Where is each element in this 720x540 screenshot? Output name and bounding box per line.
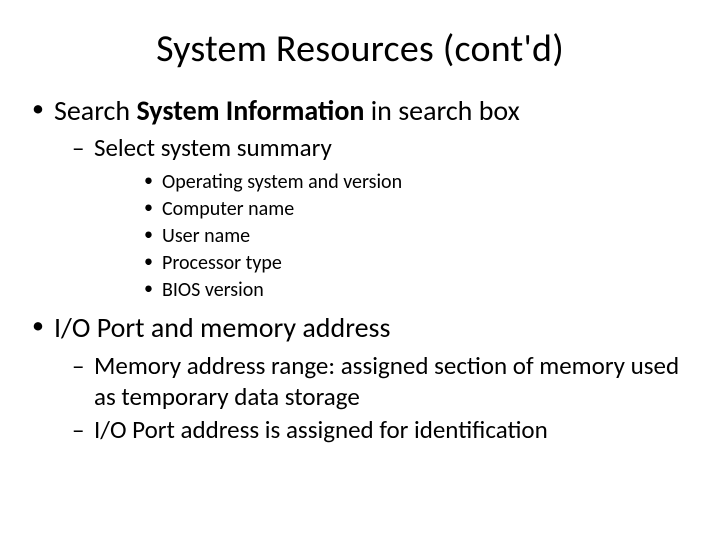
text-suffix: in search box [364,93,519,128]
text-prefix: Search [54,93,136,128]
text: Memory address range: assigned section o… [94,350,679,412]
list-item: Processor type [142,250,692,276]
text: I/O Port and memory address [54,310,390,345]
slide: System Resources (cont'd) Search System … [0,0,720,540]
list-item: I/O Port address is assigned for identif… [70,414,692,445]
list-item: Memory address range: assigned section o… [70,350,692,413]
sub-list: Select system summary Operating system a… [54,132,692,303]
list-item: Computer name [142,196,692,222]
text: Processor type [162,251,282,275]
text-bold: System Information [136,93,364,128]
bullet-list: Search System Information in search box … [28,94,692,445]
text: Select system summary [94,132,332,163]
list-item: User name [142,223,692,249]
sub-list: Memory address range: assigned section o… [54,350,692,446]
bullet-io-port: I/O Port and memory address Memory addre… [28,311,692,445]
bullet-select-summary: Select system summary Operating system a… [70,132,692,303]
text: Operating system and version [162,170,402,194]
text: Computer name [162,197,294,221]
slide-title: System Resources (cont'd) [28,26,692,72]
text: I/O Port address is assigned for identif… [94,414,548,445]
bullet-search-system-info: Search System Information in search box … [28,94,692,303]
text: BIOS version [162,278,264,302]
sub-sub-list: Operating system and version Computer na… [94,169,692,303]
text: User name [162,224,250,248]
list-item: Operating system and version [142,169,692,195]
list-item: BIOS version [142,277,692,303]
